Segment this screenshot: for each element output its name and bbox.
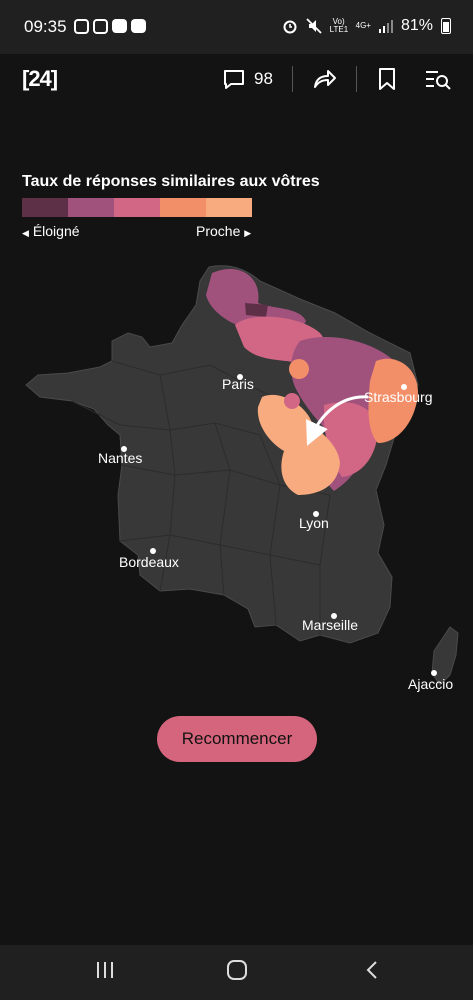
home-icon[interactable] (226, 959, 248, 981)
city-label-lyon: Lyon (299, 515, 329, 531)
signal-icon (378, 20, 393, 33)
city-label-nantes: Nantes (98, 450, 142, 466)
city-label-bordeaux: Bordeaux (119, 554, 179, 570)
city-label-ajaccio: Ajaccio (408, 676, 453, 692)
zone-paris-dot (289, 359, 309, 379)
france-map: Paris Strasbourg Nantes Lyon Bordeaux Ma… (0, 255, 473, 705)
city-label-marseille: Marseille (302, 617, 358, 633)
article-text-cut (22, 96, 452, 120)
status-indicators: Vo) LTE1 4G+ 81% (282, 17, 451, 35)
legend-swatch (160, 198, 206, 217)
legend-swatch (68, 198, 114, 217)
legend-swatch (114, 198, 160, 217)
comments-button[interactable]: 98 (222, 67, 273, 91)
share-icon[interactable] (311, 66, 337, 92)
alarm-icon (283, 20, 297, 34)
bookmark-icon[interactable] (376, 66, 398, 92)
system-nav-bar (0, 945, 473, 1000)
legend-near: Proche ▶ (196, 223, 251, 239)
status-bar: 09:35 Vo) LTE1 4G+ 81% (0, 0, 473, 54)
triangle-left-icon: ◀ (22, 228, 29, 238)
legend-far: ◀ Éloigné (22, 223, 80, 239)
legend-swatch (206, 198, 252, 217)
instagram-icon (74, 19, 89, 34)
comment-count: 98 (254, 69, 273, 88)
battery-percent: 81% (400, 17, 433, 34)
zone-far-dark (245, 303, 268, 317)
back-icon[interactable] (362, 959, 384, 981)
legend-color-scale (22, 198, 252, 217)
city-label-strasbourg: Strasbourg (364, 389, 432, 405)
comment-icon (224, 70, 244, 89)
triangle-right-icon: ▶ (244, 228, 252, 238)
legend-near-label: Proche (196, 223, 241, 239)
network-type: 4G+ (355, 21, 371, 30)
restart-button[interactable]: Recommencer (157, 716, 317, 762)
status-time: 09:35 (24, 17, 67, 36)
recent-apps-icon[interactable] (94, 959, 116, 981)
site-logo[interactable]: [24] (22, 66, 58, 92)
mute-icon (305, 18, 322, 34)
legend-far-label: Éloigné (32, 223, 80, 239)
toolbar-divider (356, 66, 357, 92)
menu-search-icon[interactable] (424, 66, 452, 92)
legend-title: Taux de réponses similaires aux vôtres (22, 173, 320, 190)
youtube-icon (112, 19, 127, 33)
zone-small (284, 393, 300, 409)
battery-icon (441, 18, 451, 34)
youtube-icon (131, 19, 146, 33)
toolbar-divider (292, 66, 293, 92)
volte-indicator: Vo) LTE1 (329, 17, 349, 34)
instagram-icon (93, 19, 108, 34)
legend-swatch (22, 198, 68, 217)
city-label-paris: Paris (222, 376, 254, 392)
notification-icons (74, 19, 146, 34)
